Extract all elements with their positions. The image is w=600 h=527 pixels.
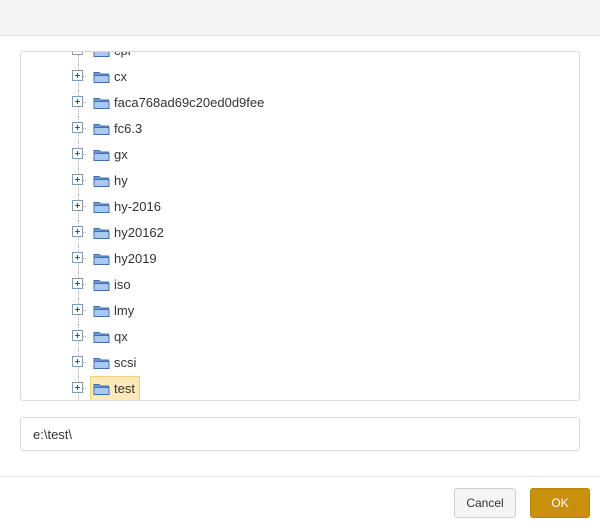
folder-icon (93, 96, 110, 110)
expand-plus-icon[interactable] (72, 304, 83, 315)
tree-row: lmy (21, 298, 579, 324)
folder-label: hy (114, 173, 128, 188)
expand-plus-icon[interactable] (72, 174, 83, 185)
tree-row: hy (21, 168, 579, 194)
folder-icon (93, 70, 110, 84)
folder-label: cpr (114, 52, 132, 58)
folder-icon (93, 252, 110, 266)
folder-label: fc6.3 (114, 121, 143, 136)
tree-row: cpr (21, 52, 579, 64)
expand-plus-icon[interactable] (72, 200, 83, 211)
tree-row: qx (21, 324, 579, 350)
expand-plus-icon[interactable] (72, 122, 83, 133)
folder-node[interactable]: hy-2016 (90, 194, 166, 219)
expand-plus-icon[interactable] (72, 252, 83, 263)
folder-label: hy-2016 (114, 199, 161, 214)
folder-icon (93, 122, 110, 136)
expand-plus-icon[interactable] (72, 52, 83, 55)
folder-icon (93, 174, 110, 188)
folder-node[interactable]: scsi (90, 350, 141, 375)
folder-label: hy2019 (114, 251, 157, 266)
folder-node[interactable]: cpr (90, 52, 137, 63)
tree-row: faca768ad69c20ed0d9fee (21, 90, 579, 116)
folder-icon (93, 148, 110, 162)
folder-tree-list: cpr cx faca768ad69c20ed0d9fee fc6.3 gx hy hy-2… (21, 52, 579, 400)
tree-row: fc6.3 (21, 116, 579, 142)
folder-icon (93, 52, 110, 58)
folder-node[interactable]: test (90, 376, 140, 400)
tree-row: gx (21, 142, 579, 168)
expand-plus-icon[interactable] (72, 356, 83, 367)
expand-plus-icon[interactable] (72, 278, 83, 289)
folder-node[interactable]: iso (90, 272, 136, 297)
folder-node[interactable]: qx (90, 324, 133, 349)
tree-row: hy2019 (21, 246, 579, 272)
folder-icon (93, 278, 110, 292)
dialog-footer: Cancel OK (0, 476, 600, 527)
tree-row: cx (21, 64, 579, 90)
folder-icon (93, 382, 110, 396)
folder-node[interactable]: fc6.3 (90, 116, 147, 141)
tree-row: scsi (21, 350, 579, 376)
expand-plus-icon[interactable] (72, 382, 83, 393)
cancel-button[interactable]: Cancel (454, 488, 516, 518)
folder-node[interactable]: gx (90, 142, 133, 167)
folder-label: hy20162 (114, 225, 164, 240)
ok-button[interactable]: OK (530, 488, 590, 518)
folder-icon (93, 226, 110, 240)
expand-plus-icon[interactable] (72, 148, 83, 159)
expand-plus-icon[interactable] (72, 70, 83, 81)
folder-label: iso (114, 277, 131, 292)
folder-node[interactable]: hy20162 (90, 220, 169, 245)
folder-node[interactable]: hy2019 (90, 246, 162, 271)
folder-icon (93, 356, 110, 370)
folder-picker-dialog: cpr cx faca768ad69c20ed0d9fee fc6.3 gx hy hy-2… (0, 0, 600, 527)
folder-label: scsi (114, 355, 137, 370)
folder-icon (93, 304, 110, 318)
folder-icon (93, 200, 110, 214)
tree-row: iso (21, 272, 579, 298)
folder-label: lmy (114, 303, 135, 318)
folder-node[interactable]: hy (90, 168, 133, 193)
folder-icon (93, 330, 110, 344)
folder-label: cx (114, 69, 127, 84)
folder-label: qx (114, 329, 128, 344)
dialog-header (0, 0, 600, 36)
folder-label: faca768ad69c20ed0d9fee (114, 95, 265, 110)
tree-row: hy20162 (21, 220, 579, 246)
tree-row: test (21, 376, 579, 400)
folder-label: gx (114, 147, 128, 162)
folder-node[interactable]: cx (90, 64, 132, 89)
folder-tree[interactable]: cpr cx faca768ad69c20ed0d9fee fc6.3 gx hy hy-2… (20, 51, 580, 401)
folder-label: test (114, 381, 135, 396)
expand-plus-icon[interactable] (72, 96, 83, 107)
folder-node[interactable]: lmy (90, 298, 139, 323)
tree-row: hy-2016 (21, 194, 579, 220)
folder-node[interactable]: faca768ad69c20ed0d9fee (90, 90, 269, 115)
selected-path-input[interactable] (20, 417, 580, 451)
expand-plus-icon[interactable] (72, 330, 83, 341)
expand-plus-icon[interactable] (72, 226, 83, 237)
